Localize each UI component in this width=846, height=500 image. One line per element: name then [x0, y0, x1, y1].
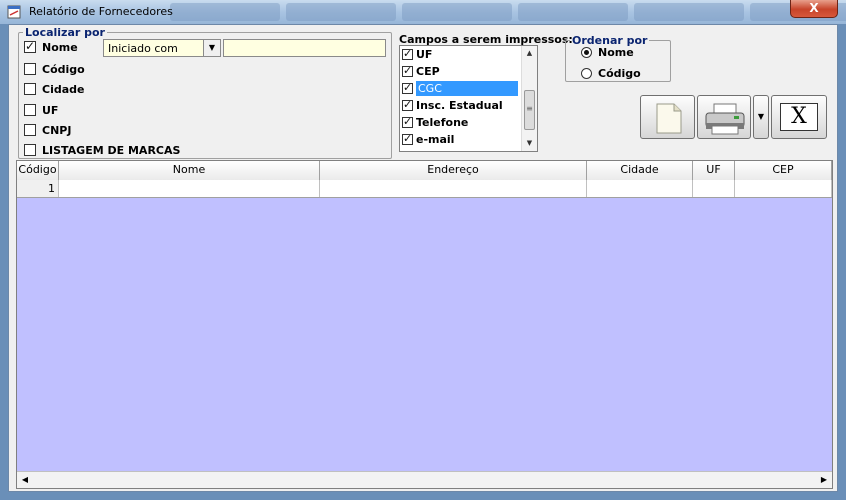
document-icon [656, 103, 682, 134]
campo-uf-label: UF [416, 48, 433, 61]
campo-item-insc-estadual[interactable]: Insc. Estadual [400, 97, 520, 114]
close-button[interactable]: X [771, 95, 827, 139]
chevron-down-icon[interactable]: ▼ [203, 40, 220, 56]
table-cell-nome[interactable] [59, 180, 320, 197]
uf-label: UF [42, 103, 59, 117]
ordenar-nome-label: Nome [598, 45, 634, 59]
column-header-cidade[interactable]: Cidade [587, 161, 693, 180]
results-grid[interactable]: Código Nome Endereço Cidade UF CEP 1 ◀ ▶ [16, 160, 833, 489]
column-header-uf[interactable]: UF [693, 161, 735, 180]
localizar-option-cidade[interactable]: Cidade [24, 82, 84, 96]
match-mode-value: Iniciado com [108, 42, 178, 55]
campo-item-cgc[interactable]: CGC [400, 80, 520, 97]
campo-email-label: e-mail [416, 133, 455, 146]
campo-uf-checkbox[interactable] [402, 47, 413, 60]
campos-listbox[interactable]: UF CEP CGC Insc. Estadual Telefone e-mai… [399, 45, 538, 152]
window-close-button[interactable]: X [790, 0, 838, 18]
search-input[interactable] [223, 39, 386, 57]
scroll-thumb[interactable]: ≡ [524, 90, 535, 130]
campo-cep-checkbox[interactable] [402, 64, 413, 77]
localizar-option-cnpj[interactable]: CNPJ [24, 123, 71, 137]
localizar-option-uf[interactable]: UF [24, 103, 58, 117]
localizar-option-listagem-marcas[interactable]: LISTAGEM DE MARCAS [24, 143, 180, 157]
background-tabs [170, 3, 846, 23]
nome-label: Nome [42, 40, 78, 54]
campo-cep-label: CEP [416, 65, 440, 78]
print-button[interactable] [697, 95, 751, 139]
window-title: Relatório de Fornecedores [29, 5, 173, 18]
campo-cgc-checkbox[interactable] [402, 81, 413, 94]
campo-telefone-label: Telefone [416, 116, 469, 129]
nome-checkbox[interactable] [24, 39, 36, 53]
scroll-up-icon[interactable]: ▲ [522, 46, 537, 61]
match-mode-select[interactable]: Iniciado com ▼ [103, 39, 221, 57]
ordenar-codigo-radio[interactable] [581, 67, 592, 79]
campo-telefone-checkbox[interactable] [402, 115, 413, 128]
close-icon: X [780, 103, 818, 131]
uf-checkbox[interactable] [24, 104, 36, 116]
column-header-cep[interactable]: CEP [735, 161, 832, 180]
table-cell-cep[interactable] [735, 180, 832, 197]
chevron-down-icon: ▼ [757, 112, 765, 121]
campo-cgc-label: CGC [416, 81, 518, 96]
ordenar-codigo-label: Código [598, 66, 641, 80]
listagem-marcas-checkbox[interactable] [24, 144, 36, 156]
table-cell-uf[interactable] [693, 180, 735, 197]
cnpj-label: CNPJ [42, 123, 72, 137]
main-panel: Localizar por Nome Código Cidade UF CNPJ… [8, 24, 838, 492]
cidade-label: Cidade [42, 82, 85, 96]
grid-horizontal-scrollbar[interactable]: ◀ ▶ [17, 471, 832, 488]
campo-item-cep[interactable]: CEP [400, 63, 520, 80]
localizar-option-nome[interactable]: Nome [24, 39, 78, 54]
printer-icon [705, 103, 745, 135]
campo-item-uf[interactable]: UF [400, 46, 520, 63]
scroll-left-icon[interactable]: ◀ [17, 472, 33, 488]
new-document-button[interactable] [640, 95, 695, 139]
listagem-marcas-label: LISTAGEM DE MARCAS [42, 143, 181, 157]
ordenar-option-nome[interactable]: Nome [581, 45, 634, 59]
campos-scrollbar[interactable]: ▲ ≡ ▼ [521, 46, 537, 151]
scroll-down-icon[interactable]: ▼ [522, 136, 537, 151]
title-bar: Relatório de Fornecedores X [0, 0, 846, 24]
codigo-checkbox[interactable] [24, 63, 36, 75]
table-cell-cidade[interactable] [587, 180, 693, 197]
campo-insc-estadual-checkbox[interactable] [402, 98, 413, 111]
campo-item-telefone[interactable]: Telefone [400, 114, 520, 131]
campo-item-email[interactable]: e-mail [400, 131, 520, 148]
scroll-right-icon[interactable]: ▶ [816, 472, 832, 488]
localizar-por-legend: Localizar por [25, 26, 105, 39]
campo-insc-estadual-label: Insc. Estadual [416, 99, 503, 112]
grid-header: Código Nome Endereço Cidade UF CEP [17, 161, 832, 180]
table-cell-endereco[interactable] [320, 180, 587, 197]
cnpj-checkbox[interactable] [24, 124, 36, 136]
report-icon [7, 5, 21, 19]
table-cell-codigo[interactable]: 1 [17, 180, 59, 197]
table-row[interactable]: 1 [17, 180, 832, 198]
codigo-label: Código [42, 62, 85, 76]
column-header-nome[interactable]: Nome [59, 161, 320, 180]
ordenar-nome-radio[interactable] [581, 46, 592, 58]
ordenar-option-codigo[interactable]: Código [581, 66, 641, 80]
column-header-codigo[interactable]: Código [17, 161, 59, 180]
campo-email-checkbox[interactable] [402, 132, 413, 145]
column-header-endereco[interactable]: Endereço [320, 161, 587, 180]
localizar-option-codigo[interactable]: Código [24, 62, 85, 76]
cidade-checkbox[interactable] [24, 83, 36, 95]
print-options-button[interactable]: ▼ [753, 95, 769, 139]
